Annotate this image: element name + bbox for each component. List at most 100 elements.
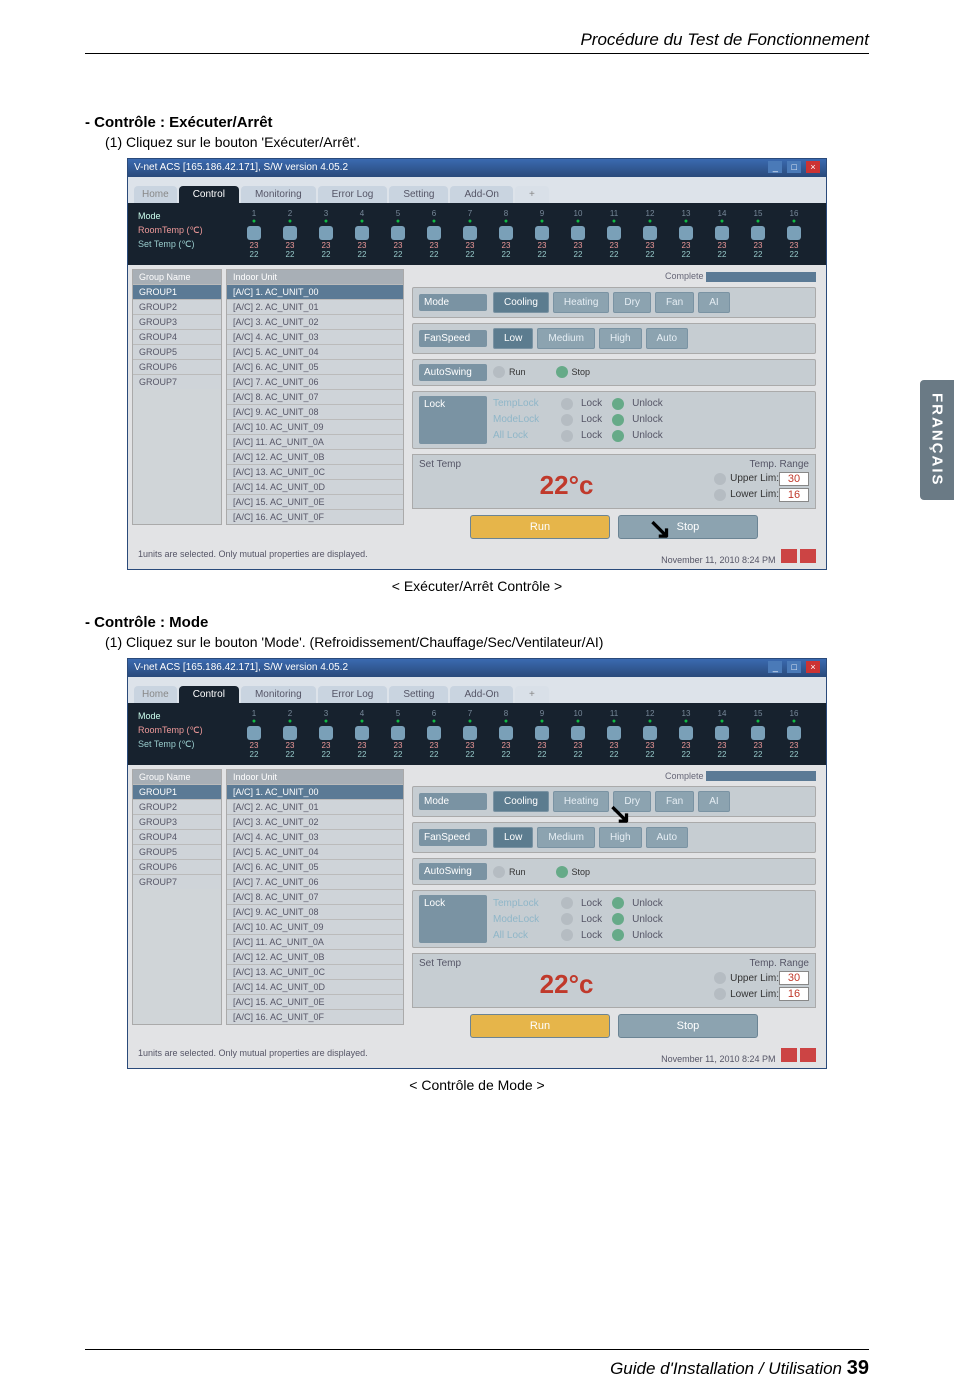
fanspeed-option[interactable]: Low: [493, 328, 533, 349]
maximize-button[interactable]: □: [787, 161, 801, 173]
tab-control[interactable]: Control: [179, 186, 239, 203]
group-row[interactable]: GROUP2: [133, 799, 221, 814]
group-row[interactable]: GROUP3: [133, 314, 221, 329]
upper-limit-input[interactable]: [779, 971, 809, 985]
unit-row[interactable]: [A/C] 10. AC_UNIT_09: [227, 919, 403, 934]
mode-option[interactable]: Heating: [553, 292, 609, 313]
unit-row[interactable]: [A/C] 14. AC_UNIT_0D: [227, 979, 403, 994]
tab-control[interactable]: Control: [179, 686, 239, 703]
tab-monitoring[interactable]: Monitoring: [241, 686, 316, 703]
unit-row[interactable]: [A/C] 4. AC_UNIT_03: [227, 329, 403, 344]
unit-row[interactable]: [A/C] 15. AC_UNIT_0E: [227, 994, 403, 1009]
fanspeed-option[interactable]: High: [599, 827, 642, 848]
unit-row[interactable]: [A/C] 2. AC_UNIT_01: [227, 299, 403, 314]
mode-option[interactable]: AI: [698, 791, 729, 812]
tab-addon[interactable]: Add-On: [450, 686, 512, 703]
unit-row[interactable]: [A/C] 1. AC_UNIT_00: [227, 784, 403, 799]
unit-row[interactable]: [A/C] 16. AC_UNIT_0F: [227, 1009, 403, 1024]
group-row[interactable]: GROUP6: [133, 359, 221, 374]
upper-step-icon[interactable]: [714, 972, 726, 984]
unit-row[interactable]: [A/C] 9. AC_UNIT_08: [227, 404, 403, 419]
mode-option[interactable]: Cooling: [493, 292, 549, 313]
stop-radio[interactable]: [556, 366, 568, 378]
unit-row[interactable]: [A/C] 5. AC_UNIT_04: [227, 844, 403, 859]
fanspeed-option[interactable]: Medium: [537, 328, 595, 349]
group-row[interactable]: GROUP3: [133, 814, 221, 829]
group-row[interactable]: GROUP1: [133, 784, 221, 799]
run-button[interactable]: Run: [470, 1014, 610, 1038]
tab-errorlog[interactable]: Error Log: [318, 686, 388, 703]
tab-add[interactable]: +: [515, 186, 549, 203]
mode-option[interactable]: Cooling: [493, 791, 549, 812]
group-row[interactable]: GROUP1: [133, 284, 221, 299]
group-row[interactable]: GROUP7: [133, 874, 221, 889]
unit-row[interactable]: [A/C] 16. AC_UNIT_0F: [227, 509, 403, 524]
unit-row[interactable]: [A/C] 12. AC_UNIT_0B: [227, 449, 403, 464]
upper-step-icon[interactable]: [714, 473, 726, 485]
tab-home[interactable]: Home: [134, 686, 177, 703]
unit-row[interactable]: [A/C] 3. AC_UNIT_02: [227, 314, 403, 329]
minimize-button[interactable]: _: [768, 661, 782, 673]
fanspeed-option[interactable]: Auto: [646, 328, 689, 349]
stop-radio[interactable]: [556, 866, 568, 878]
mode-option[interactable]: Fan: [655, 292, 694, 313]
app-window: ↘ V-net ACS [165.186.42.171], S/W versio…: [127, 158, 827, 570]
fanspeed-option[interactable]: Low: [493, 827, 533, 848]
group-row[interactable]: GROUP7: [133, 374, 221, 389]
lower-limit-input[interactable]: [779, 488, 809, 502]
unit-row[interactable]: [A/C] 13. AC_UNIT_0C: [227, 464, 403, 479]
unit-row[interactable]: [A/C] 14. AC_UNIT_0D: [227, 479, 403, 494]
tab-setting[interactable]: Setting: [389, 686, 448, 703]
group-row[interactable]: GROUP5: [133, 344, 221, 359]
group-row[interactable]: GROUP6: [133, 859, 221, 874]
unit-row[interactable]: [A/C] 13. AC_UNIT_0C: [227, 964, 403, 979]
run-radio[interactable]: [493, 866, 505, 878]
minimize-button[interactable]: _: [768, 161, 782, 173]
mode-option[interactable]: Heating: [553, 791, 609, 812]
lower-step-icon[interactable]: [714, 489, 726, 501]
unit-row[interactable]: [A/C] 12. AC_UNIT_0B: [227, 949, 403, 964]
close-button[interactable]: ×: [806, 161, 820, 173]
tab-addon[interactable]: Add-On: [450, 186, 512, 203]
unit-row[interactable]: [A/C] 8. AC_UNIT_07: [227, 389, 403, 404]
unit-row[interactable]: [A/C] 1. AC_UNIT_00: [227, 284, 403, 299]
unit-row[interactable]: [A/C] 9. AC_UNIT_08: [227, 904, 403, 919]
tab-setting[interactable]: Setting: [389, 186, 448, 203]
tab-errorlog[interactable]: Error Log: [318, 186, 388, 203]
unit-row[interactable]: [A/C] 5. AC_UNIT_04: [227, 344, 403, 359]
fanspeed-option[interactable]: High: [599, 328, 642, 349]
stop-button[interactable]: Stop: [618, 515, 758, 539]
stop-button[interactable]: Stop: [618, 1014, 758, 1038]
unit-row[interactable]: [A/C] 3. AC_UNIT_02: [227, 814, 403, 829]
mode-option[interactable]: AI: [698, 292, 729, 313]
tab-monitoring[interactable]: Monitoring: [241, 186, 316, 203]
run-radio[interactable]: [493, 366, 505, 378]
unit-row[interactable]: [A/C] 15. AC_UNIT_0E: [227, 494, 403, 509]
group-row[interactable]: GROUP4: [133, 329, 221, 344]
group-row[interactable]: GROUP5: [133, 844, 221, 859]
unit-row[interactable]: [A/C] 6. AC_UNIT_05: [227, 359, 403, 374]
unit-row[interactable]: [A/C] 11. AC_UNIT_0A: [227, 934, 403, 949]
group-row[interactable]: GROUP2: [133, 299, 221, 314]
unit-row[interactable]: [A/C] 7. AC_UNIT_06: [227, 374, 403, 389]
unit-row[interactable]: [A/C] 11. AC_UNIT_0A: [227, 434, 403, 449]
tab-home[interactable]: Home: [134, 186, 177, 203]
mode-option[interactable]: Fan: [655, 791, 694, 812]
unit-row[interactable]: [A/C] 10. AC_UNIT_09: [227, 419, 403, 434]
unit-row[interactable]: [A/C] 6. AC_UNIT_05: [227, 859, 403, 874]
unit-row[interactable]: [A/C] 4. AC_UNIT_03: [227, 829, 403, 844]
unit-row[interactable]: [A/C] 7. AC_UNIT_06: [227, 874, 403, 889]
tab-add[interactable]: +: [515, 686, 549, 703]
maximize-button[interactable]: □: [787, 661, 801, 673]
group-row[interactable]: GROUP4: [133, 829, 221, 844]
fanspeed-option[interactable]: Medium: [537, 827, 595, 848]
unit-row[interactable]: [A/C] 2. AC_UNIT_01: [227, 799, 403, 814]
run-button[interactable]: Run: [470, 515, 610, 539]
fanspeed-option[interactable]: Auto: [646, 827, 689, 848]
lower-limit-input[interactable]: [779, 987, 809, 1001]
unit-row[interactable]: [A/C] 8. AC_UNIT_07: [227, 889, 403, 904]
close-button[interactable]: ×: [806, 661, 820, 673]
upper-limit-input[interactable]: [779, 472, 809, 486]
mode-option[interactable]: Dry: [613, 292, 651, 313]
lower-step-icon[interactable]: [714, 988, 726, 1000]
